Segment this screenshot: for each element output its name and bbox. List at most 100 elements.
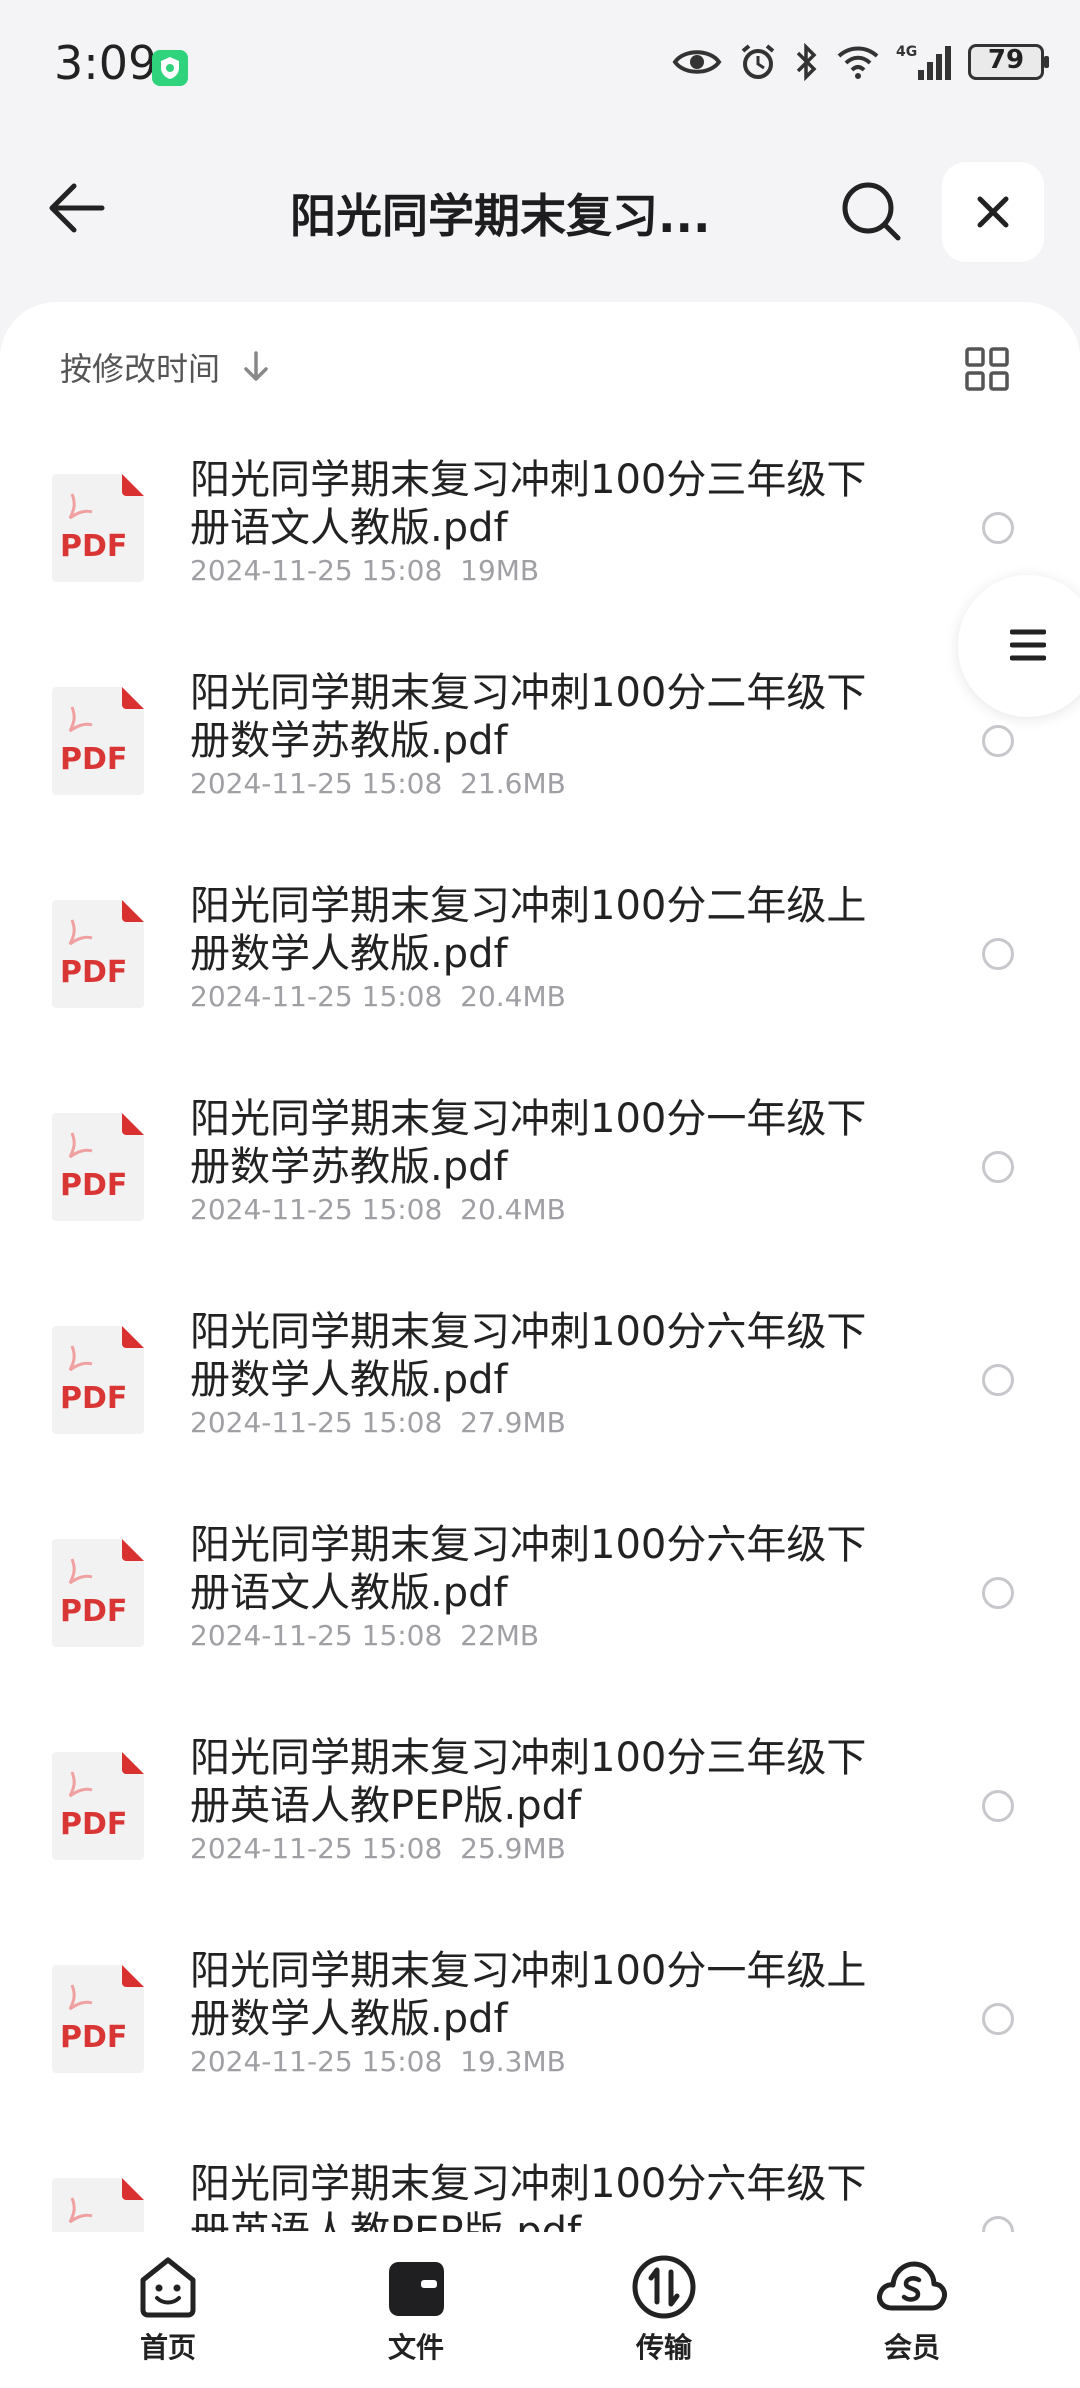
svg-text:4G: 4G <box>896 44 917 60</box>
file-size: 19MB <box>460 554 540 587</box>
file-date: 2024-11-25 15:08 <box>190 2045 443 2078</box>
pdf-file-icon: PDF <box>52 1752 144 1860</box>
file-meta: 2024-11-25 15:08 21.6MB <box>190 767 566 800</box>
pdf-label: PDF <box>60 1594 127 1629</box>
pdf-label: PDF <box>60 1381 127 1416</box>
select-checkbox[interactable] <box>982 725 1014 757</box>
file-name: 阳光同学期末复习冲刺100分一年级下册数学苏教版.pdf <box>190 1096 867 1190</box>
file-row[interactable]: PDF 阳光同学期末复习冲刺100分六年级下册数学人教版.pdf 2024-11-2… <box>0 1284 1080 1497</box>
status-icons: 4G 79 <box>672 42 1049 82</box>
file-name: 阳光同学期末复习冲刺100分二年级上册数学人教版.pdf <box>190 883 867 977</box>
select-checkbox[interactable] <box>982 938 1014 970</box>
header: 阳光同学期末复习... <box>0 150 1080 270</box>
file-size: 20.4MB <box>460 1193 566 1226</box>
back-arrow-icon <box>49 183 105 233</box>
nav-files[interactable]: 文件 <box>346 2252 486 2366</box>
pdf-label: PDF <box>60 2020 127 2055</box>
file-list-sheet: 按修改时间 PDF 阳光同学期末复习冲刺100分三年级下册语文人教版.pdf 202… <box>0 302 1080 2232</box>
file-row[interactable]: PDF 阳光同学期末复习冲刺100分二年级上册数学人教版.pdf 2024-11-2… <box>0 858 1080 1071</box>
transfer-icon <box>632 2255 696 2319</box>
pdf-label: PDF <box>60 742 127 777</box>
file-date: 2024-11-25 15:08 <box>190 980 443 1013</box>
sort-selector[interactable]: 按修改时间 <box>60 344 270 390</box>
pdf-file-icon: PDF <box>52 900 144 1008</box>
nav-transfer-label: 传输 <box>635 2331 692 2364</box>
file-meta: 2024-11-25 15:08 19MB <box>190 554 539 587</box>
nav-home[interactable]: 首页 <box>98 2252 238 2366</box>
bottom-nav: 首页 文件 传输 会员 <box>0 2232 1080 2388</box>
nav-home-label: 首页 <box>139 2331 196 2364</box>
bluetooth-icon <box>796 42 817 82</box>
file-date: 2024-11-25 15:08 <box>190 1406 443 1439</box>
search-button[interactable] <box>838 178 904 244</box>
wifi-icon <box>837 46 879 79</box>
menu-lines-icon <box>1010 629 1046 661</box>
sort-label: 按修改时间 <box>60 350 221 388</box>
select-checkbox[interactable] <box>982 2216 1014 2232</box>
file-row[interactable]: PDF 阳光同学期末复习冲刺100分六年级下册语文人教版.pdf 2024-11-2… <box>0 1497 1080 1710</box>
cloud-member-icon <box>877 2261 947 2311</box>
close-button[interactable] <box>942 162 1044 262</box>
file-row[interactable]: PDF 阳光同学期末复习冲刺100分二年级下册数学苏教版.pdf 2024-11-2… <box>0 645 1080 858</box>
back-button[interactable] <box>44 180 114 240</box>
select-checkbox[interactable] <box>982 512 1014 544</box>
file-name: 阳光同学期末复习冲刺100分三年级下册英语人教PEP版.pdf <box>190 1735 867 1829</box>
alarm-icon <box>741 44 775 79</box>
select-checkbox[interactable] <box>982 1151 1014 1183</box>
file-size: 25.9MB <box>460 1832 566 1865</box>
file-meta: 2024-11-25 15:08 20.4MB <box>190 1193 566 1226</box>
pdf-label: PDF <box>60 529 127 564</box>
file-row[interactable]: PDF 阳光同学期末复习冲刺100分一年级上册数学人教版.pdf 2024-11-2… <box>0 1923 1080 2136</box>
signal-4g-icon: 4G <box>896 44 951 80</box>
file-size: 19.3MB <box>460 2045 566 2078</box>
pdf-file-icon: PDF <box>52 1539 144 1647</box>
pdf-file-icon: PDF <box>52 687 144 795</box>
status-bar: 3:09 4G 79 <box>0 0 1080 130</box>
file-row[interactable]: PDF 阳光同学期末复习冲刺100分三年级下册英语人教PEP版.pdf 2024-1… <box>0 1710 1080 1923</box>
nav-member[interactable]: 会员 <box>842 2252 982 2366</box>
file-date: 2024-11-25 15:08 <box>190 1832 443 1865</box>
file-date: 2024-11-25 15:08 <box>190 1193 443 1226</box>
file-row[interactable]: PDF 阳光同学期末复习冲刺100分一年级下册数学苏教版.pdf 2024-11-2… <box>0 1071 1080 1284</box>
pdf-file-icon: PDF <box>52 1965 144 2073</box>
pdf-label: PDF <box>60 1168 127 1203</box>
pdf-label: PDF <box>60 1807 127 1842</box>
select-checkbox[interactable] <box>982 1790 1014 1822</box>
close-icon <box>977 196 1009 228</box>
file-size: 22MB <box>460 1619 540 1652</box>
pdf-label: PDF <box>60 955 127 990</box>
pdf-file-icon: PDF <box>52 2178 144 2232</box>
grid-view-button[interactable] <box>964 346 1010 392</box>
file-list: PDF 阳光同学期末复习冲刺100分三年级下册语文人教版.pdf 2024-11-2… <box>0 432 1080 2232</box>
search-icon <box>842 182 901 241</box>
file-meta: 2024-11-25 15:08 27.9MB <box>190 1406 566 1439</box>
nav-transfer[interactable]: 传输 <box>594 2252 734 2366</box>
pdf-file-icon: PDF <box>52 1326 144 1434</box>
file-name: 阳光同学期末复习冲刺100分六年级下册英语人教PEP版.pdf <box>190 2161 867 2232</box>
nav-member-label: 会员 <box>883 2331 940 2364</box>
select-checkbox[interactable] <box>982 1577 1014 1609</box>
file-name: 阳光同学期末复习冲刺100分六年级下册语文人教版.pdf <box>190 1522 867 1616</box>
page-title: 阳光同学期末复习... <box>290 189 711 243</box>
file-size: 27.9MB <box>460 1406 566 1439</box>
file-meta: 2024-11-25 15:08 25.9MB <box>190 1832 566 1865</box>
file-row[interactable]: PDF 阳光同学期末复习冲刺100分三年级下册语文人教版.pdf 2024-11-2… <box>0 432 1080 645</box>
file-date: 2024-11-25 15:08 <box>190 554 443 587</box>
file-name: 阳光同学期末复习冲刺100分一年级上册数学人教版.pdf <box>190 1948 867 2042</box>
file-meta: 2024-11-25 15:08 22MB <box>190 1619 539 1652</box>
file-row[interactable]: PDF 阳光同学期末复习冲刺100分六年级下册英语人教PEP版.pdf <box>0 2136 1080 2232</box>
shield-icon <box>152 50 188 86</box>
arrow-down-icon <box>244 351 268 381</box>
file-name: 阳光同学期末复习冲刺100分三年级下册语文人教版.pdf <box>190 457 867 551</box>
status-time: 3:09 <box>54 36 158 90</box>
battery-indicator: 79 <box>968 44 1049 80</box>
grid-view-icon <box>965 347 1009 391</box>
select-checkbox[interactable] <box>982 2003 1014 2035</box>
home-face-icon <box>140 2257 196 2318</box>
select-checkbox[interactable] <box>982 1364 1014 1396</box>
file-date: 2024-11-25 15:08 <box>190 1619 443 1652</box>
file-name: 阳光同学期末复习冲刺100分二年级下册数学苏教版.pdf <box>190 670 867 764</box>
file-size: 20.4MB <box>460 980 566 1013</box>
file-date: 2024-11-25 15:08 <box>190 767 443 800</box>
file-size: 21.6MB <box>460 767 566 800</box>
